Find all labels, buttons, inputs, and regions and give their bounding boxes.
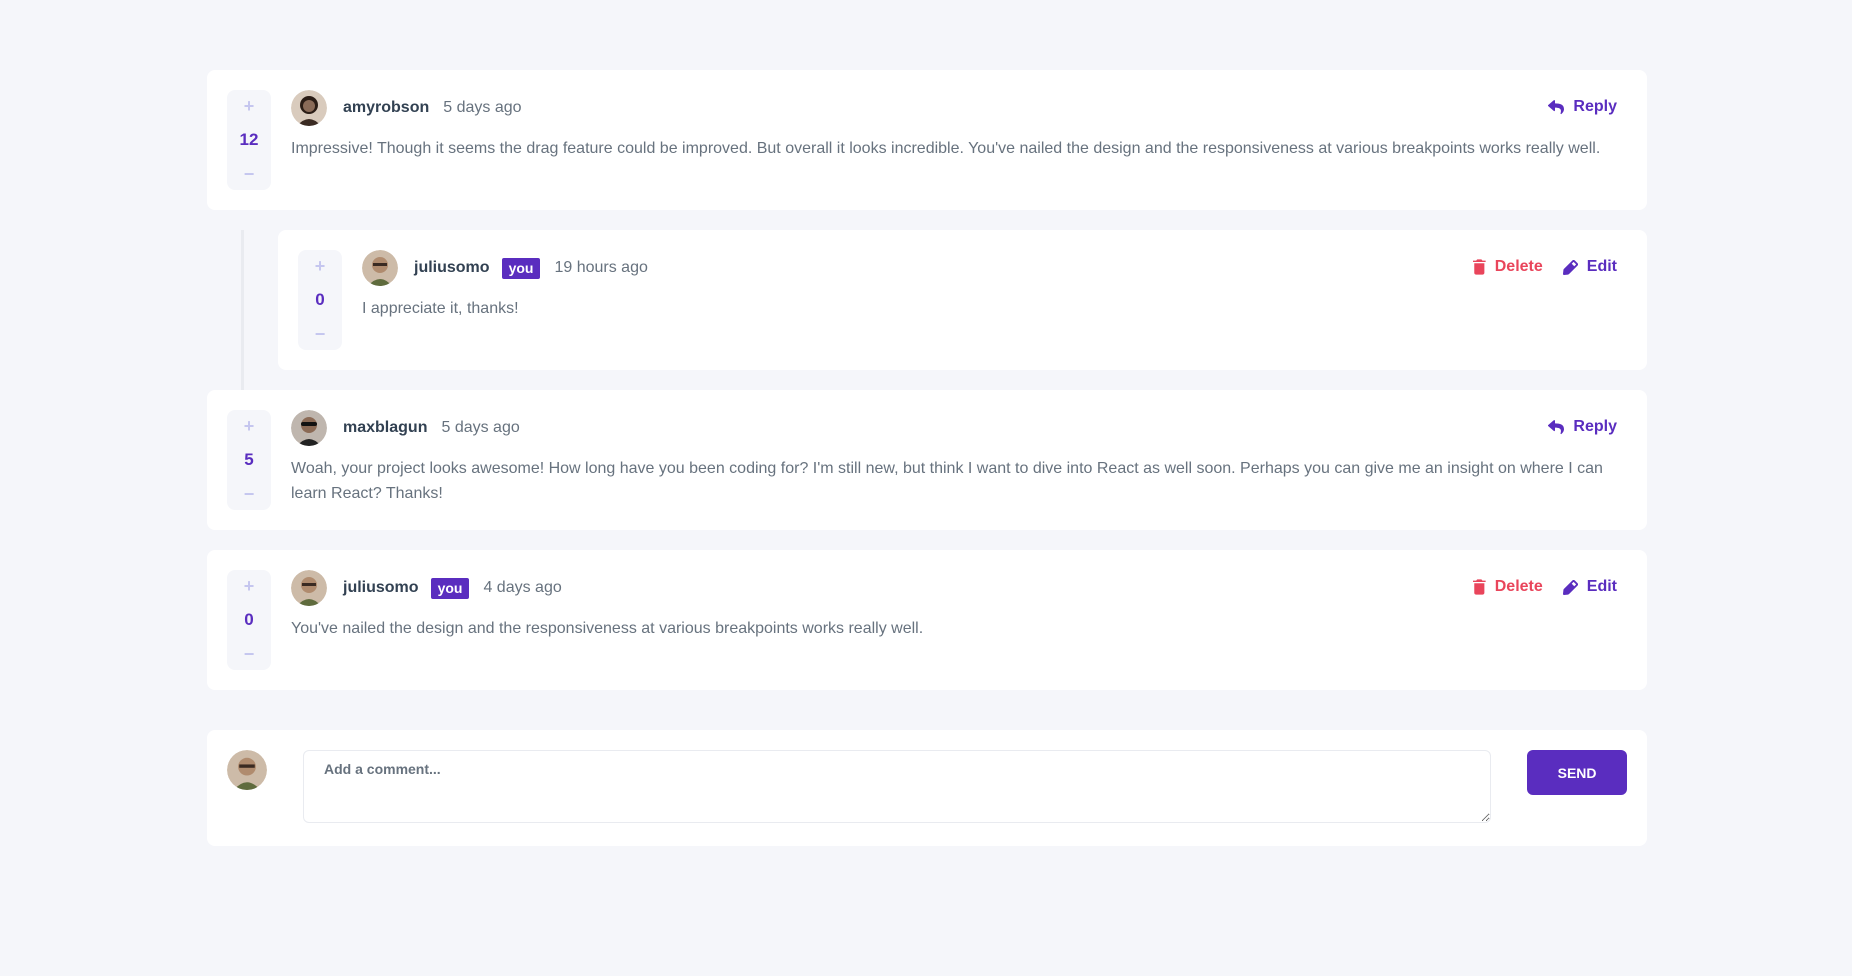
vote-count: 0: [315, 290, 325, 309]
you-badge: you: [430, 577, 470, 599]
reply-card: + 0 − juliusomo you 19 hours ago I appre…: [278, 230, 1647, 370]
vote-count: 12: [239, 130, 259, 149]
comment-card: + 0 − juliusomo you 4 days ago You've na…: [207, 550, 1647, 690]
comment-card: + 5 − maxblagun 5 days ago Woah, your pr…: [207, 390, 1647, 530]
you-badge: you: [501, 257, 541, 279]
upvote-button[interactable]: +: [315, 256, 326, 276]
comment-text: Impressive! Though it seems the drag fea…: [291, 140, 1601, 157]
reply-button[interactable]: Reply: [1548, 98, 1617, 116]
timestamp: 5 days ago: [443, 99, 522, 116]
comment-composer: SEND: [207, 730, 1647, 846]
delete-button[interactable]: Delete: [1472, 258, 1543, 276]
username[interactable]: juliusomo: [343, 579, 419, 597]
downvote-button[interactable]: −: [315, 324, 326, 344]
replies-thread: + 0 − juliusomo you 19 hours ago I appre…: [241, 230, 1647, 390]
trash-icon: [1472, 259, 1486, 275]
username[interactable]: juliusomo: [414, 259, 490, 277]
comment-input[interactable]: [303, 750, 1492, 823]
vote-widget: + 12 −: [227, 90, 271, 190]
avatar: [362, 250, 398, 286]
timestamp: 4 days ago: [483, 579, 562, 596]
comment-text: I appreciate it, thanks!: [362, 300, 519, 317]
timestamp: 19 hours ago: [554, 259, 648, 276]
edit-button[interactable]: Edit: [1562, 578, 1617, 596]
edit-button[interactable]: Edit: [1562, 258, 1617, 276]
reply-label: Reply: [1573, 98, 1617, 115]
upvote-button[interactable]: +: [244, 576, 255, 596]
pencil-icon: [1562, 259, 1578, 275]
vote-widget: + 0 −: [298, 250, 342, 350]
downvote-button[interactable]: −: [244, 164, 255, 184]
edit-label: Edit: [1586, 578, 1617, 595]
vote-count: 0: [244, 610, 254, 629]
delete-button[interactable]: Delete: [1472, 578, 1543, 596]
comment-text: Woah, your project looks awesome! How lo…: [291, 460, 1603, 502]
username[interactable]: maxblagun: [343, 419, 427, 437]
vote-widget: + 0 −: [227, 570, 271, 670]
current-user-avatar: [227, 750, 267, 790]
upvote-button[interactable]: +: [244, 96, 255, 116]
reply-button[interactable]: Reply: [1548, 418, 1617, 436]
avatar: [291, 90, 327, 126]
send-button[interactable]: SEND: [1527, 750, 1627, 795]
reply-label: Reply: [1573, 418, 1617, 435]
timestamp: 5 days ago: [441, 419, 520, 436]
reply-icon: [1548, 99, 1565, 114]
delete-label: Delete: [1494, 258, 1543, 275]
delete-label: Delete: [1494, 578, 1543, 595]
downvote-button[interactable]: −: [244, 484, 255, 504]
avatar: [291, 570, 327, 606]
comment-card: + 12 − amyrobson 5 days ago Impressive! …: [207, 70, 1647, 210]
username[interactable]: amyrobson: [343, 99, 429, 117]
trash-icon: [1472, 579, 1486, 595]
reply-icon: [1548, 419, 1565, 434]
comments-section: + 12 − amyrobson 5 days ago Impressive! …: [207, 70, 1647, 846]
upvote-button[interactable]: +: [244, 416, 255, 436]
comment-text: You've nailed the design and the respons…: [291, 620, 924, 637]
downvote-button[interactable]: −: [244, 644, 255, 664]
avatar: [291, 410, 327, 446]
edit-label: Edit: [1586, 258, 1617, 275]
vote-widget: + 5 −: [227, 410, 271, 510]
vote-count: 5: [244, 450, 254, 469]
pencil-icon: [1562, 579, 1578, 595]
